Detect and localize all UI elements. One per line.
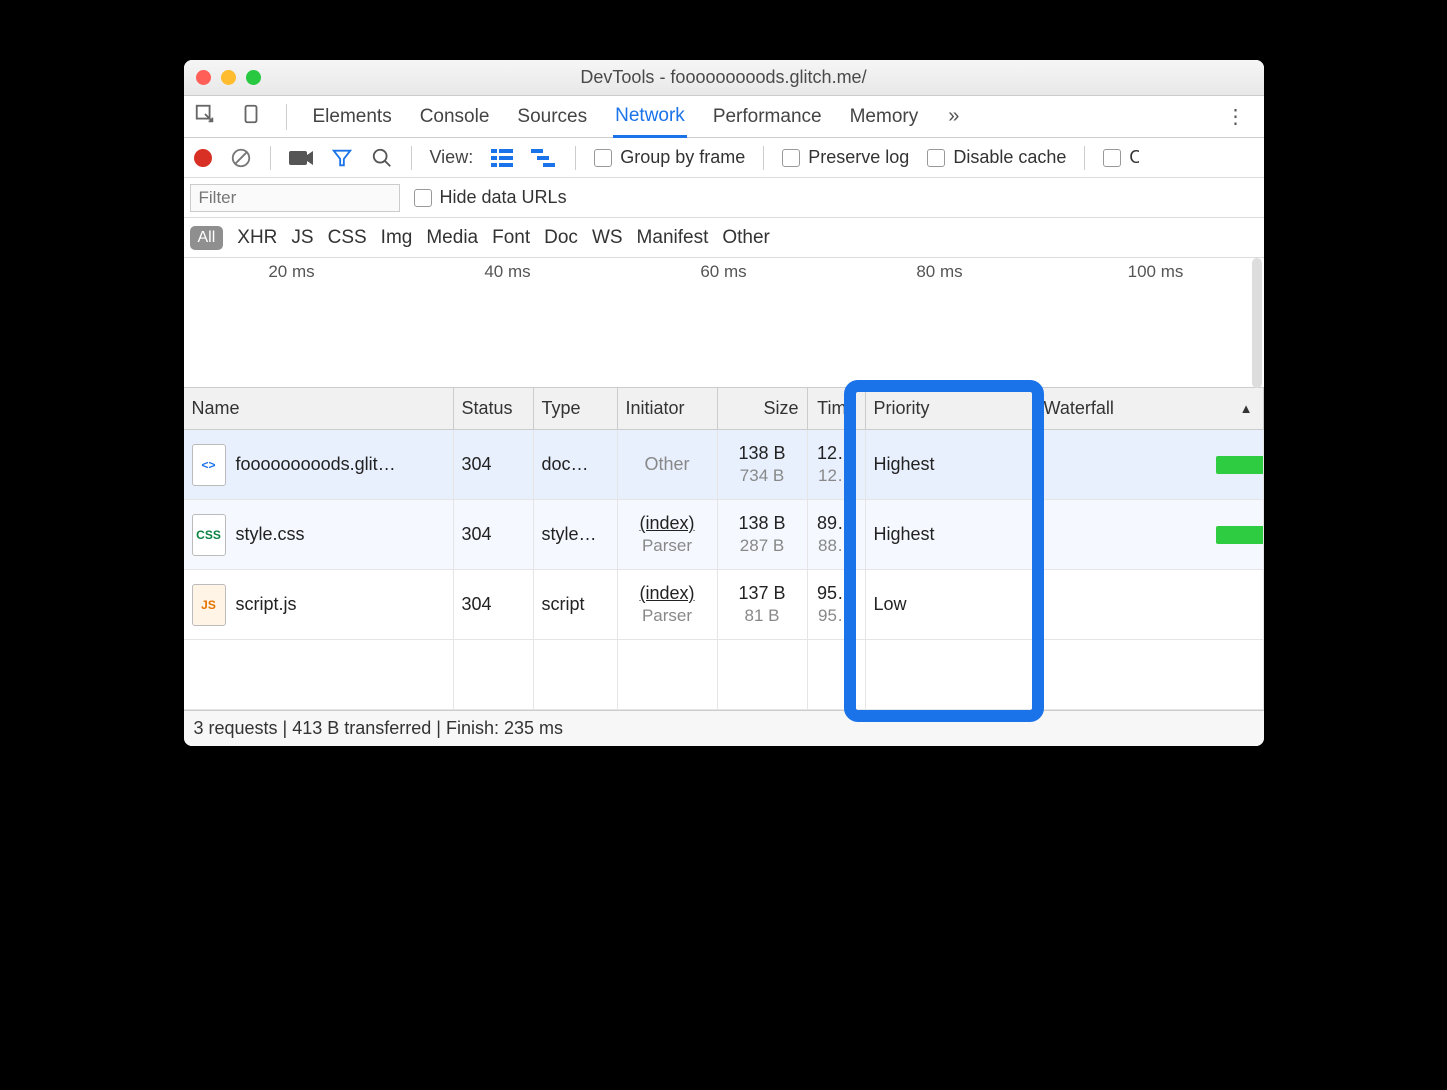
filter-all[interactable]: All xyxy=(190,226,224,250)
header-size[interactable]: Size xyxy=(718,388,808,429)
tab-elements[interactable]: Elements xyxy=(311,98,394,136)
filter-other[interactable]: Other xyxy=(722,227,770,249)
tab-memory[interactable]: Memory xyxy=(848,98,921,136)
table-row[interactable]: CSS style.css 304style…(index)Parser138 B2… xyxy=(184,500,1264,570)
filter-ws[interactable]: WS xyxy=(592,227,623,249)
filter-input[interactable] xyxy=(190,184,400,212)
header-initiator[interactable]: Initiator xyxy=(618,388,718,429)
large-rows-icon[interactable] xyxy=(491,149,513,167)
tab-sources[interactable]: Sources xyxy=(515,98,589,136)
record-icon[interactable] xyxy=(194,149,212,167)
divider xyxy=(411,146,412,170)
cell-time: 12…12… xyxy=(808,430,866,499)
cell-initiator[interactable]: (index)Parser xyxy=(618,500,718,569)
cell-time: 95…95… xyxy=(808,570,866,639)
timeline-ticks: 20 ms 40 ms 60 ms 80 ms 100 ms xyxy=(184,262,1264,282)
filter-media[interactable]: Media xyxy=(426,227,478,249)
traffic-lights xyxy=(196,70,261,85)
header-waterfall[interactable]: Waterfall▲ xyxy=(1036,388,1264,429)
cell-waterfall xyxy=(1036,430,1264,499)
scrollbar-thumb[interactable] xyxy=(1252,258,1262,388)
inspect-icon[interactable] xyxy=(194,103,216,130)
divider xyxy=(286,104,287,130)
window-title: DevTools - fooooooooods.glitch.me/ xyxy=(184,67,1264,88)
offline-checkbox-partial[interactable]: O xyxy=(1103,147,1139,168)
tab-network[interactable]: Network xyxy=(613,97,687,138)
js-file-icon: JS xyxy=(192,584,226,626)
close-icon[interactable] xyxy=(196,70,211,85)
cell-type: style… xyxy=(534,500,618,569)
filter-font[interactable]: Font xyxy=(492,227,530,249)
overview-icon[interactable] xyxy=(531,149,557,167)
devtools-window: DevTools - fooooooooods.glitch.me/ Eleme… xyxy=(184,60,1264,746)
filter-icon[interactable] xyxy=(331,147,353,169)
divider xyxy=(575,146,576,170)
panel-tabs: Elements Console Sources Network Perform… xyxy=(184,96,1264,138)
filter-js[interactable]: JS xyxy=(291,227,313,249)
table-row[interactable]: <> fooooooooods.glit… 304doc…Other138 B734… xyxy=(184,430,1264,500)
cell-initiator[interactable]: (index)Parser xyxy=(618,570,718,639)
empty-row xyxy=(184,640,1264,710)
header-status[interactable]: Status xyxy=(454,388,534,429)
filter-manifest[interactable]: Manifest xyxy=(637,227,709,249)
kebab-menu-icon[interactable]: ⋮ xyxy=(1218,104,1254,129)
header-priority[interactable]: Priority xyxy=(866,388,1036,429)
divider xyxy=(1084,146,1085,170)
table-row[interactable]: JS script.js 304script(index)Parser137 B81… xyxy=(184,570,1264,640)
filter-doc[interactable]: Doc xyxy=(544,227,578,249)
sort-indicator-icon: ▲ xyxy=(1240,401,1253,416)
filter-xhr[interactable]: XHR xyxy=(237,227,277,249)
more-tabs-icon[interactable]: » xyxy=(948,105,959,128)
network-toolbar: View: Group by frame Preserve log Disabl… xyxy=(184,138,1264,178)
divider xyxy=(270,146,271,170)
cell-type: doc… xyxy=(534,430,618,499)
css-file-icon: CSS xyxy=(192,514,226,556)
request-table: Name Status Type Initiator Size Time Pri… xyxy=(184,388,1264,710)
cell-status: 304 xyxy=(454,570,534,639)
cell-type: script xyxy=(534,570,618,639)
cell-status: 304 xyxy=(454,430,534,499)
divider xyxy=(763,146,764,170)
header-name[interactable]: Name xyxy=(184,388,454,429)
zoom-icon[interactable] xyxy=(246,70,261,85)
file-name: style.css xyxy=(236,524,305,545)
filter-row: Hide data URLs xyxy=(184,178,1264,218)
group-by-frame-checkbox[interactable]: Group by frame xyxy=(594,147,745,168)
view-label: View: xyxy=(430,147,474,168)
tab-console[interactable]: Console xyxy=(418,98,492,136)
screenshot-icon[interactable] xyxy=(289,149,313,167)
cell-initiator[interactable]: Other xyxy=(618,430,718,499)
table-headers: Name Status Type Initiator Size Time Pri… xyxy=(184,388,1264,430)
cell-status: 304 xyxy=(454,500,534,569)
header-type[interactable]: Type xyxy=(534,388,618,429)
cell-priority: Highest xyxy=(866,500,1036,569)
file-name: script.js xyxy=(236,594,297,615)
tab-performance[interactable]: Performance xyxy=(711,98,824,136)
status-text: 3 requests | 413 B transferred | Finish:… xyxy=(194,718,564,739)
cell-size: 137 B81 B xyxy=(718,570,808,639)
minimize-icon[interactable] xyxy=(221,70,236,85)
preserve-log-checkbox[interactable]: Preserve log xyxy=(782,147,909,168)
cell-size: 138 B287 B xyxy=(718,500,808,569)
category-filter-row: All XHR JS CSS Img Media Font Doc WS Man… xyxy=(184,218,1264,258)
header-time[interactable]: Time xyxy=(808,388,866,429)
cell-size: 138 B734 B xyxy=(718,430,808,499)
cell-waterfall xyxy=(1036,570,1264,639)
cell-priority: Highest xyxy=(866,430,1036,499)
cell-time: 89…88… xyxy=(808,500,866,569)
cell-priority: Low xyxy=(866,570,1036,639)
file-name: fooooooooods.glit… xyxy=(236,454,396,475)
filter-css[interactable]: CSS xyxy=(328,227,367,249)
html-file-icon: <> xyxy=(192,444,226,486)
cell-waterfall xyxy=(1036,500,1264,569)
titlebar: DevTools - fooooooooods.glitch.me/ xyxy=(184,60,1264,96)
filter-img[interactable]: Img xyxy=(381,227,413,249)
disable-cache-checkbox[interactable]: Disable cache xyxy=(927,147,1066,168)
search-icon[interactable] xyxy=(371,147,393,169)
clear-icon[interactable] xyxy=(230,147,252,169)
device-icon[interactable] xyxy=(240,103,262,130)
timeline-overview[interactable]: 20 ms 40 ms 60 ms 80 ms 100 ms xyxy=(184,258,1264,388)
status-bar: 3 requests | 413 B transferred | Finish:… xyxy=(184,710,1264,746)
hide-data-urls-checkbox[interactable]: Hide data URLs xyxy=(414,187,567,208)
